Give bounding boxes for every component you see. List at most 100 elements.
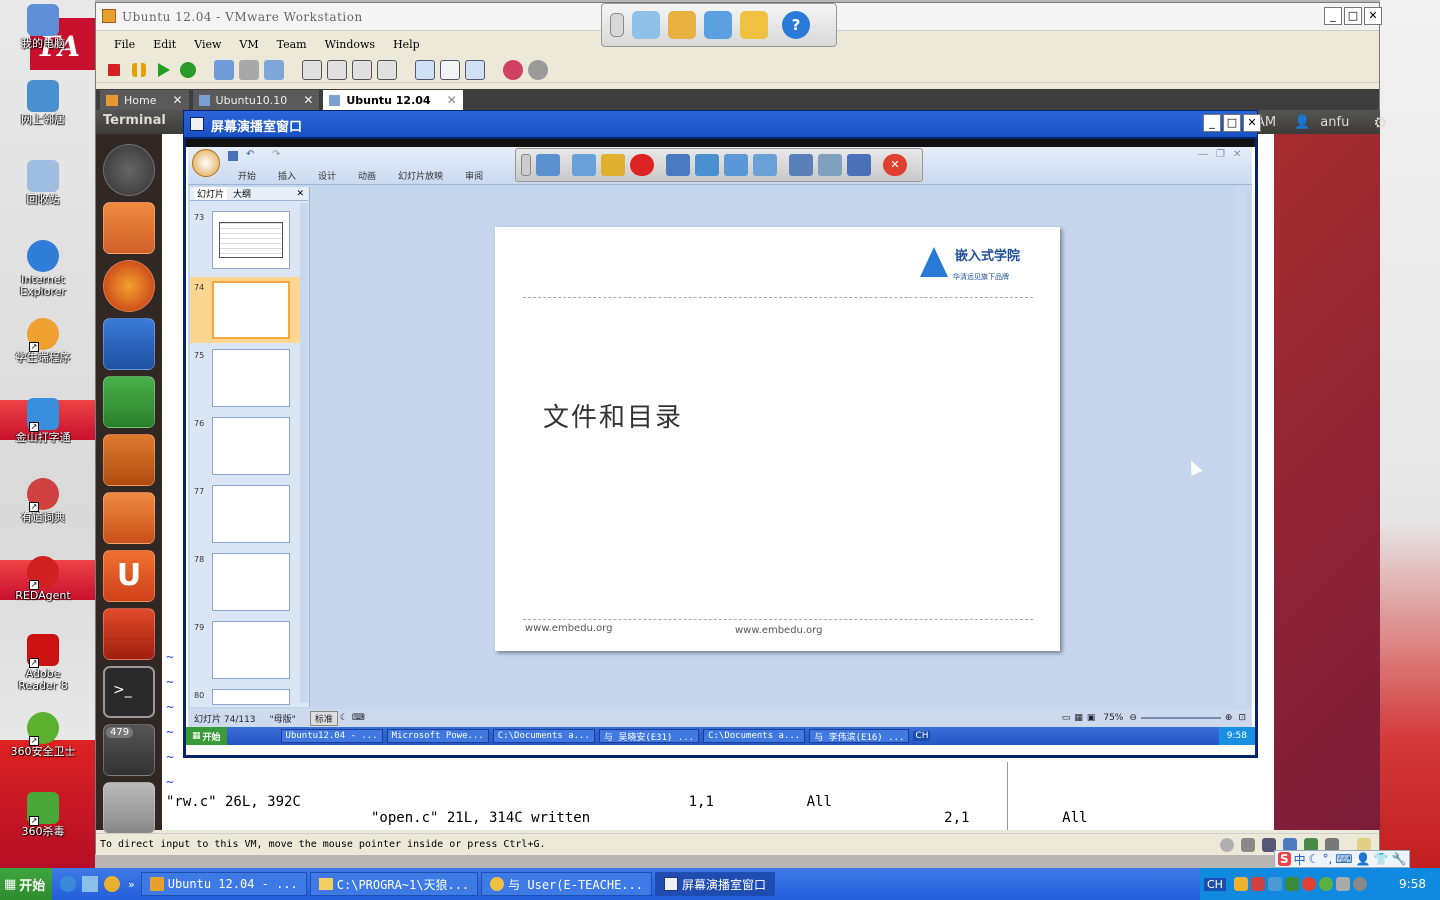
- impress-icon[interactable]: [103, 434, 155, 486]
- save-icon[interactable]: [228, 151, 238, 161]
- tab-home[interactable]: Home ✕: [100, 90, 189, 110]
- tray-app-icon[interactable]: [1284, 877, 1299, 891]
- slide-scrollbar[interactable]: [1236, 187, 1246, 707]
- remote-task-chat-2[interactable]: 与 李伟滨(E16) ...: [809, 729, 910, 743]
- close-icon[interactable]: ✕: [883, 154, 907, 176]
- restore-button[interactable]: ❐: [1216, 149, 1225, 160]
- desktop-icon-redagent[interactable]: ↗ REDAgent: [0, 556, 86, 602]
- desktop-icon-my-computer[interactable]: 我的电脑: [0, 4, 86, 50]
- slide-thumbnail[interactable]: [212, 417, 290, 475]
- appliance-view-icon[interactable]: [440, 59, 460, 80]
- ribbon-tab-review[interactable]: 审阅: [465, 169, 483, 182]
- broadcast-content[interactable]: ↶ ↷ 开始 插入 设计 动画 幻灯片放映 审阅 — ❐ ✕ 幻灯片 大纲 ✕ …: [186, 139, 1255, 755]
- remote-clock[interactable]: 9:58: [1227, 731, 1247, 741]
- power-off-icon[interactable]: [108, 63, 120, 76]
- power-on-icon[interactable]: [158, 62, 170, 77]
- maximize-button[interactable]: □: [1223, 114, 1241, 132]
- ime-indicator[interactable]: 标准: [309, 710, 338, 726]
- minimize-button[interactable]: _: [1324, 7, 1342, 25]
- redo-icon[interactable]: ↷: [272, 149, 280, 160]
- window-icon[interactable]: [818, 154, 842, 176]
- zoom-slider[interactable]: [1140, 717, 1221, 719]
- slide-thumbnail[interactable]: [212, 211, 290, 269]
- moon-icon[interactable]: ☾: [340, 713, 348, 723]
- shirt-icon[interactable]: 👕: [1374, 852, 1389, 866]
- task-chat[interactable]: 与 User(E-TEACHE...: [481, 872, 652, 896]
- zoom-out-icon[interactable]: ⊖: [1129, 713, 1137, 723]
- desktop-icon-student[interactable]: ↗ 学生端程序: [0, 318, 86, 364]
- suspend-icon[interactable]: [132, 62, 146, 77]
- desktop-icon-adobe[interactable]: ↗ Adobe Reader 8: [0, 634, 86, 692]
- collapse-toolbar-button[interactable]: [610, 13, 624, 37]
- pen-icon[interactable]: [601, 154, 625, 176]
- record-icon[interactable]: [503, 59, 523, 80]
- tab-outline[interactable]: 大纲: [233, 187, 251, 200]
- slide-thumbnail-selected[interactable]: [212, 281, 290, 339]
- window-icon[interactable]: [789, 154, 813, 176]
- slide-title[interactable]: 文件和目录: [543, 397, 683, 434]
- close-pane-icon[interactable]: ✕: [296, 189, 304, 199]
- dash-home-icon[interactable]: [103, 144, 155, 196]
- slide-thumbnail[interactable]: [212, 485, 290, 543]
- close-tab-icon[interactable]: ✕: [447, 93, 457, 107]
- close-tab-icon[interactable]: ✕: [303, 93, 313, 107]
- menu-file[interactable]: File: [114, 38, 135, 51]
- desktop-icon-typing[interactable]: ↗ 金山打字通: [0, 398, 86, 444]
- screen-icon[interactable]: [536, 154, 560, 176]
- snapshot-icon[interactable]: [214, 59, 234, 80]
- remote-task-explorer[interactable]: C:\Documents a...: [492, 729, 595, 743]
- summary-view-icon[interactable]: [415, 59, 435, 80]
- broadcast-titlebar[interactable]: 屏幕演播室窗口 _ □ ✕: [184, 111, 1261, 137]
- user-icon[interactable]: 👤: [1356, 852, 1371, 866]
- system-settings-icon[interactable]: [103, 608, 155, 660]
- desktop-icon-360-antivirus[interactable]: ↗ 360杀毒: [0, 792, 86, 838]
- quick-launch-more-icon[interactable]: »: [128, 878, 135, 891]
- ubuntu-one-icon[interactable]: U: [103, 550, 155, 602]
- tray-network-icon[interactable]: [1267, 877, 1282, 891]
- remote-start-button[interactable]: ▦ 开始: [186, 727, 227, 745]
- menu-view[interactable]: View: [194, 38, 221, 51]
- current-slide[interactable]: 嵌入式学院 华清远见旗下品牌 文件和目录 www.embedu.org www.…: [495, 227, 1060, 651]
- slide-thumbnail[interactable]: [212, 553, 290, 611]
- hard-disk-icon[interactable]: [1241, 837, 1255, 852]
- tray-app-icon[interactable]: [1233, 877, 1248, 891]
- menu-windows[interactable]: Windows: [325, 38, 375, 51]
- tray-app-icon[interactable]: [1250, 877, 1265, 891]
- desktop-icon-network[interactable]: 网上邻居: [0, 80, 86, 126]
- annotation-collapse-button[interactable]: [521, 154, 531, 176]
- system-clock[interactable]: 9:58: [1399, 877, 1426, 891]
- quick-switch-icon[interactable]: [302, 59, 322, 80]
- wrench-icon[interactable]: 🔧: [1392, 852, 1407, 866]
- tray-volume-icon[interactable]: [1335, 877, 1350, 891]
- desktop-icon-recycle-bin[interactable]: 回收站: [0, 160, 86, 206]
- tab-slides[interactable]: 幻灯片: [194, 187, 228, 200]
- remote-task-powerpoint[interactable]: Microsoft Powe...: [386, 729, 489, 743]
- quick-launch-app-icon[interactable]: [104, 876, 120, 892]
- users-icon[interactable]: [704, 11, 732, 39]
- record-icon[interactable]: [630, 154, 654, 176]
- ribbon-tab-animation[interactable]: 动画: [358, 169, 376, 182]
- close-button[interactable]: ✕: [1233, 149, 1241, 160]
- undo-icon[interactable]: ↶: [246, 149, 254, 160]
- send-file-icon[interactable]: [740, 11, 768, 39]
- maximize-button[interactable]: □: [1344, 7, 1362, 25]
- slide-thumbnail[interactable]: [212, 689, 290, 705]
- workspace-switcher-icon[interactable]: 479: [103, 724, 155, 776]
- close-button[interactable]: ✕: [1243, 114, 1261, 132]
- start-button[interactable]: ▦ 开始: [0, 868, 52, 900]
- snapshot-manager-icon[interactable]: [264, 59, 284, 80]
- console-view-icon[interactable]: [377, 59, 397, 80]
- ribbon-tab-design[interactable]: 设计: [318, 169, 336, 182]
- chart-window-icon[interactable]: [847, 154, 871, 176]
- revert-snapshot-icon[interactable]: [239, 59, 259, 80]
- firefox-icon[interactable]: [103, 260, 155, 312]
- task-folder[interactable]: C:\PROGRA~1\天狼...: [309, 872, 479, 896]
- punctuation-icon[interactable]: °,: [1322, 852, 1332, 866]
- task-broadcast[interactable]: 屏幕演播室窗口: [654, 872, 775, 896]
- language-indicator[interactable]: CH: [1204, 877, 1226, 891]
- menu-team[interactable]: Team: [277, 38, 307, 51]
- writer-icon[interactable]: [103, 318, 155, 370]
- terminal-icon[interactable]: >_: [103, 666, 155, 718]
- quick-launch-ie-icon[interactable]: [60, 876, 76, 892]
- tray-app-icon[interactable]: [1352, 877, 1367, 891]
